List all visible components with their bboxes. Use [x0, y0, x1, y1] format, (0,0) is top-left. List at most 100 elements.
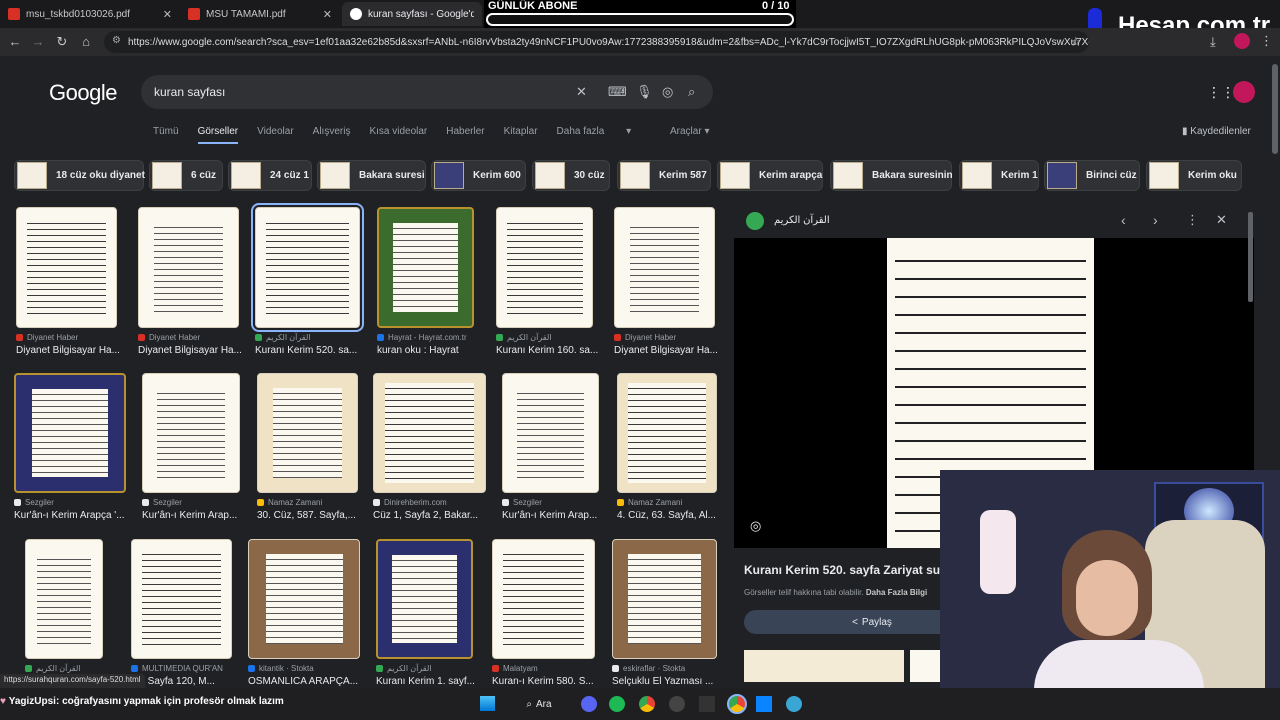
chip[interactable]: Kerim oku: [1146, 160, 1242, 191]
result-source[interactable]: Hayrat - Hayrat.com.tr: [377, 333, 467, 342]
browser-tab-2[interactable]: MSU TAMAMI.pdf ✕: [180, 2, 340, 26]
result-title[interactable]: Diyanet Bilgisayar Ha...: [614, 345, 722, 356]
tab-short-videos[interactable]: Kısa videolar: [369, 126, 427, 144]
chrome-icon[interactable]: [639, 696, 655, 712]
previous-icon[interactable]: ‹: [1121, 212, 1126, 228]
result-thumbnail[interactable]: [373, 373, 486, 493]
result-title[interactable]: kuran oku : Hayrat: [377, 345, 485, 356]
lens-icon[interactable]: ◎: [662, 84, 673, 100]
result-thumbnail[interactable]: [376, 539, 473, 659]
tab-news[interactable]: Haberler: [446, 126, 484, 144]
close-icon[interactable]: ✕: [163, 8, 172, 21]
chrome-active-icon[interactable]: [727, 694, 747, 714]
home-icon[interactable]: ⌂: [74, 34, 98, 49]
reload-icon[interactable]: ↻: [50, 34, 74, 50]
page-scrollbar[interactable]: [1272, 64, 1278, 154]
result-title[interactable]: Cüz 1, Sayfa 2, Bakar...: [373, 510, 486, 521]
chip[interactable]: Kerim arapça: [717, 160, 823, 191]
app-icon[interactable]: [699, 696, 715, 712]
obs-icon[interactable]: [669, 696, 685, 712]
result-title[interactable]: Selçuklu El Yazması ...: [612, 676, 720, 687]
next-icon[interactable]: ›: [1153, 212, 1158, 228]
result-source[interactable]: Sezgiler: [502, 498, 542, 507]
result-thumbnail[interactable]: [257, 373, 358, 493]
search-input[interactable]: kuran sayfası: [141, 75, 713, 109]
keyboard-icon[interactable]: ⌨: [608, 84, 627, 100]
panel-scrollbar[interactable]: [1248, 212, 1253, 302]
result-source[interactable]: Diyanet Haber: [16, 333, 78, 342]
tab-books[interactable]: Kitaplar: [504, 126, 538, 144]
result-source[interactable]: Diyanet Haber: [138, 333, 200, 342]
result-thumbnail[interactable]: [25, 539, 103, 659]
close-icon[interactable]: ✕: [323, 8, 332, 21]
result-thumbnail[interactable]: [16, 207, 117, 328]
result-source[interactable]: Namaz Zamani: [257, 498, 322, 507]
microphone-icon[interactable]: 🎙: [636, 84, 653, 100]
result-source[interactable]: Sezgiler: [142, 498, 182, 507]
photos-icon[interactable]: [756, 696, 772, 712]
result-title[interactable]: OSMANLICA ARAPÇA...: [248, 676, 360, 687]
result-thumbnail[interactable]: [138, 207, 239, 328]
tab-images[interactable]: Görseller: [197, 126, 239, 144]
result-thumbnail[interactable]: [496, 207, 593, 328]
menu-kebab-icon[interactable]: ⋮: [1260, 33, 1273, 49]
result-title[interactable]: Diyanet Bilgisayar Ha...: [138, 345, 246, 356]
result-title[interactable]: Kuranı Kerim 520. sa...: [255, 345, 363, 356]
result-source[interactable]: eskiraflar · Stokta: [612, 664, 685, 673]
tools-button[interactable]: Araçlar ▾: [670, 126, 710, 137]
back-icon[interactable]: ←: [3, 34, 27, 49]
chip[interactable]: Bakara suresi: [317, 160, 426, 191]
result-title[interactable]: Kuran-ı Kerim 580. S...: [492, 676, 600, 687]
google-logo[interactable]: Google: [49, 80, 117, 106]
result-source[interactable]: القرآن الكريم: [496, 333, 551, 342]
chip[interactable]: 6 cüz: [149, 160, 223, 191]
discord-icon[interactable]: [581, 696, 597, 712]
search-icon[interactable]: ⌕: [688, 84, 695, 100]
result-title[interactable]: ; 6, Sayfa 120, M...: [131, 676, 239, 687]
account-avatar[interactable]: [1233, 81, 1255, 103]
tab-shopping[interactable]: Alışveriş: [313, 126, 351, 144]
tab-more[interactable]: Daha fazla ▾: [557, 126, 632, 144]
taskbar-search[interactable]: ⌕ Ara: [514, 694, 564, 714]
result-thumbnail[interactable]: [131, 539, 232, 659]
result-thumbnail[interactable]: [14, 373, 126, 493]
panel-site-name[interactable]: القرآن الكريم: [774, 215, 830, 226]
result-thumbnail[interactable]: [142, 373, 240, 493]
forward-icon[interactable]: →: [26, 34, 50, 49]
clear-icon[interactable]: ✕: [576, 84, 587, 100]
chip[interactable]: Kerim 587: [617, 160, 711, 191]
lens-search-icon[interactable]: ◎: [750, 518, 761, 534]
result-thumbnail[interactable]: [612, 539, 717, 659]
result-thumbnail[interactable]: [617, 373, 717, 493]
url-field[interactable]: ⚙ https://www.google.com/search?sca_esv=…: [104, 31, 1089, 53]
chip[interactable]: Kerim 1: [959, 160, 1039, 191]
result-source[interactable]: Dinirehberim.com: [373, 498, 447, 507]
browser-tab-3[interactable]: kuran sayfası - Google'da Ara: [342, 2, 482, 26]
result-title[interactable]: 30. Cüz, 587. Sayfa,...: [257, 510, 365, 521]
result-title[interactable]: Diyanet Bilgisayar Ha...: [16, 345, 124, 356]
panel-title[interactable]: Kuranı Kerim 520. sayfa Zariyat suresi: [744, 563, 954, 577]
result-source[interactable]: القرآن الكريم: [25, 664, 80, 673]
apps-grid-icon[interactable]: ⋮⋮: [1207, 84, 1235, 101]
result-title[interactable]: Kur'ân-ı Kerim Arapça '...: [14, 510, 126, 521]
spotify-icon[interactable]: [609, 696, 625, 712]
result-thumbnail[interactable]: [614, 207, 715, 328]
result-thumbnail[interactable]: [502, 373, 599, 493]
result-source[interactable]: Diyanet Haber: [614, 333, 676, 342]
result-title[interactable]: Kur'ân-ı Kerim Arap...: [502, 510, 610, 521]
result-source[interactable]: القرآن الكريم: [255, 333, 310, 342]
saved-button[interactable]: ▮ Kaydedilenler: [1182, 126, 1251, 137]
chip[interactable]: Kerim 600: [431, 160, 526, 191]
result-source[interactable]: Malatyam: [492, 664, 538, 673]
close-icon[interactable]: ✕: [1216, 212, 1227, 228]
result-source[interactable]: MULTIMEDIA QUR'AN: [131, 664, 223, 673]
result-source[interactable]: القرآن الكريم: [376, 664, 431, 673]
result-thumbnail[interactable]: [377, 207, 474, 328]
globe-icon[interactable]: [786, 696, 802, 712]
related-image-thumbnail[interactable]: [744, 650, 904, 682]
result-title[interactable]: Kur'ân-ı Kerim Arap...: [142, 510, 250, 521]
chip[interactable]: Bakara suresinin: [830, 160, 953, 191]
more-info-link[interactable]: Daha Fazla Bilgi: [866, 588, 927, 597]
result-source[interactable]: kitantik · Stokta: [248, 664, 314, 673]
result-thumbnail[interactable]: [251, 203, 364, 332]
